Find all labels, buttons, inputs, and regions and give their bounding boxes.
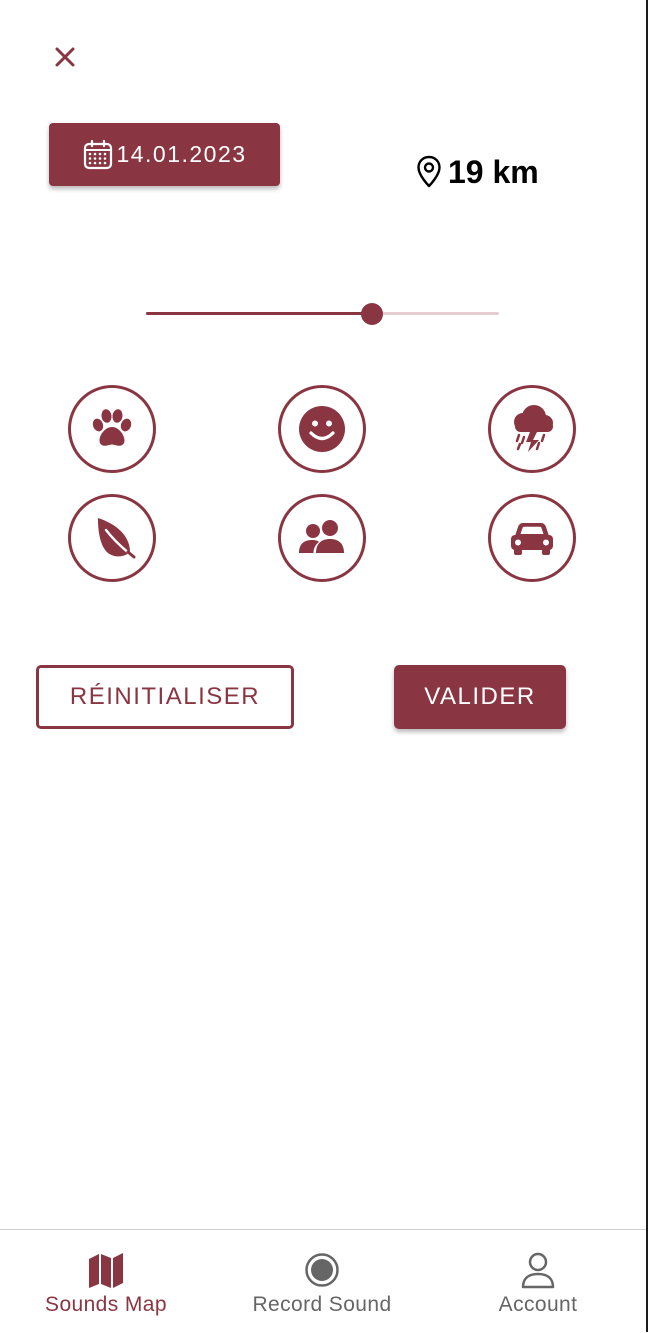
date-label: 14.01.2023	[116, 141, 247, 167]
smiley-icon	[299, 406, 345, 452]
reset-button[interactable]: RÉINITIALISER	[36, 665, 294, 729]
date-picker-button[interactable]: 14.01.2023	[49, 123, 280, 186]
record-icon	[305, 1253, 339, 1287]
category-animals-button[interactable]	[68, 385, 156, 473]
validate-button[interactable]: VALIDER	[394, 665, 566, 729]
category-traffic-button[interactable]	[488, 494, 576, 582]
validate-button-label: VALIDER	[424, 683, 536, 710]
close-button[interactable]	[50, 42, 80, 72]
close-icon	[55, 47, 75, 67]
map-icon	[89, 1253, 123, 1288]
category-weather-button[interactable]	[488, 385, 576, 473]
people-icon	[299, 520, 344, 553]
category-crowd-button[interactable]	[278, 494, 366, 582]
storm-cloud-icon	[514, 405, 553, 452]
category-people-mood-button[interactable]	[278, 385, 366, 473]
map-pin-icon	[417, 155, 441, 188]
user-icon	[521, 1252, 555, 1289]
reset-button-label: RÉINITIALISER	[69, 683, 261, 710]
nav-item-account[interactable]: Account	[452, 1230, 624, 1333]
nav-label-account: Account	[498, 1293, 578, 1316]
paw-icon	[92, 409, 132, 446]
nav-label-record-sound: Record Sound	[252, 1293, 392, 1316]
category-nature-button[interactable]	[68, 494, 156, 582]
slider-fill	[146, 312, 372, 315]
bottom-navigation: Sounds Map Record Sound Account	[0, 1229, 646, 1333]
distance-slider[interactable]	[146, 298, 499, 330]
leaf-icon	[97, 518, 136, 559]
distance-value: 19 km	[448, 153, 539, 190]
nav-item-sounds-map[interactable]: Sounds Map	[20, 1230, 192, 1333]
nav-item-record-sound[interactable]: Record Sound	[236, 1230, 408, 1333]
nav-label-sounds-map: Sounds Map	[45, 1293, 167, 1316]
slider-thumb[interactable]	[360, 303, 383, 325]
car-icon	[511, 523, 553, 555]
calendar-icon	[84, 139, 113, 169]
distance-display: 19 km	[416, 150, 539, 194]
